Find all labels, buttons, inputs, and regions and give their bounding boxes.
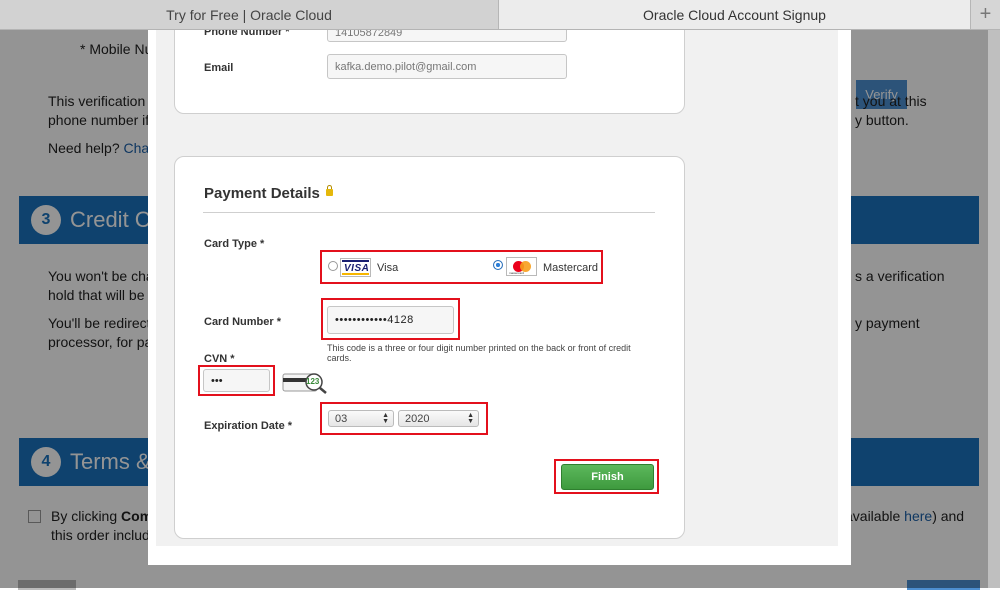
browser-tab-account-signup-front[interactable]: Oracle Cloud Account Signup [499, 0, 971, 29]
cvn-card-image-icon: 123 [282, 370, 328, 394]
expiration-date-label: Expiration Date * [204, 420, 293, 432]
email-label: Email [204, 62, 234, 74]
payment-details-title: Payment Details [204, 185, 320, 202]
expiration-month-select[interactable]: 03 ▲ ▼ [328, 410, 394, 427]
visa-radio[interactable] [328, 261, 338, 271]
finish-button[interactable]: Finish [561, 464, 654, 490]
select-arrows-icon: ▲ ▼ [467, 412, 474, 425]
visa-label: Visa [377, 262, 399, 274]
expiration-month-value: 03 [335, 412, 348, 425]
cvn-input[interactable]: ••• [203, 369, 270, 392]
expiration-year-select[interactable]: 2020 ▲ ▼ [398, 410, 479, 427]
cvn-image-number: 123 [306, 377, 320, 386]
page-scrollbar[interactable] [988, 30, 1000, 588]
lock-icon [326, 185, 333, 196]
cvn-label: CVN * [204, 353, 235, 365]
card-type-label: Card Type * [204, 238, 265, 250]
mastercard-logo-icon: mastercard [506, 257, 537, 276]
expiration-year-value: 2020 [405, 412, 430, 425]
payment-divider [203, 212, 655, 213]
card-number-label: Card Number * [204, 316, 282, 328]
mastercard-label: Mastercard [543, 262, 599, 274]
visa-logo-icon: VISA [340, 258, 371, 277]
browser-tab-bar-front: Try for Free | Oracle Cloud Oracle Cloud… [0, 0, 1000, 30]
mastercard-logo-text: mastercard [509, 271, 525, 275]
browser-tab-try-for-free-front[interactable]: Try for Free | Oracle Cloud [0, 0, 499, 29]
email-input[interactable]: kafka.demo.pilot@gmail.com [327, 54, 567, 79]
cvn-helper-text: This code is a three or four digit numbe… [327, 343, 631, 363]
mastercard-radio[interactable] [493, 260, 503, 270]
select-arrows-icon: ▲ ▼ [382, 412, 389, 425]
card-number-input[interactable]: ••••••••••••4128 [327, 306, 454, 334]
new-tab-icon-front[interactable]: + [971, 0, 1000, 29]
